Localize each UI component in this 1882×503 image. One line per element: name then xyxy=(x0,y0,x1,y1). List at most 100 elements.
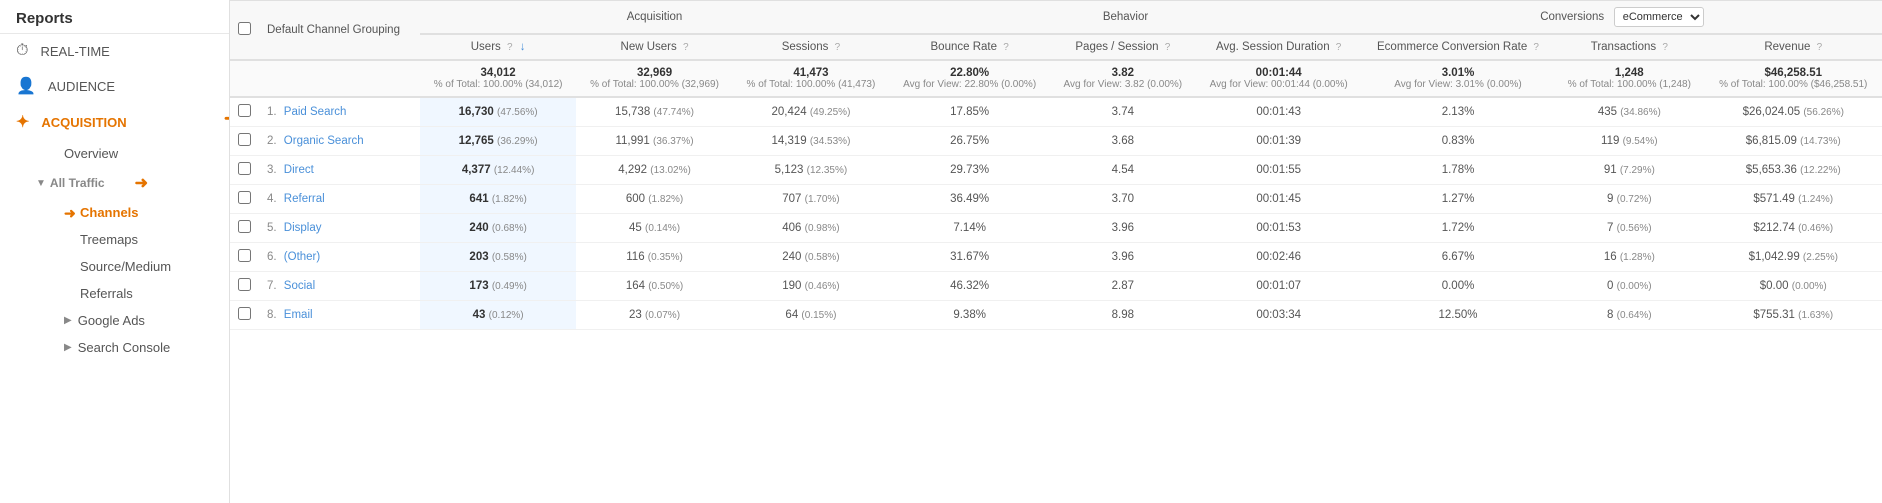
sidebar-sub-overview[interactable]: Overview xyxy=(20,140,229,167)
totals-ecommerce-rate-sub: Avg for View: 3.01% (0.00%) xyxy=(1370,79,1546,90)
row-channel-link-1[interactable]: Organic Search xyxy=(284,135,364,147)
totals-revenue: $46,258.51 % of Total: 100.00% ($46,258.… xyxy=(1705,60,1882,97)
row-channel-link-3[interactable]: Referral xyxy=(284,193,325,205)
sidebar-search-console[interactable]: ▶ Search Console xyxy=(20,334,229,361)
row-users-val-4: 240 xyxy=(469,222,488,234)
row-checkbox-cell[interactable] xyxy=(230,156,259,185)
row-checkbox-2[interactable] xyxy=(238,162,251,175)
row-num-2: 3. xyxy=(267,164,281,176)
totals-pages-session-value: 3.82 xyxy=(1112,67,1134,79)
row-pages-session-2: 4.54 xyxy=(1050,156,1195,185)
revenue-help-icon[interactable]: ? xyxy=(1817,42,1823,53)
conversions-select[interactable]: eCommerce xyxy=(1614,7,1704,27)
avg-session-help-icon[interactable]: ? xyxy=(1336,42,1342,53)
col-bounce-rate-label: Bounce Rate xyxy=(931,41,998,53)
row-channel-link-4[interactable]: Display xyxy=(284,222,322,234)
row-checkbox-cell[interactable] xyxy=(230,301,259,330)
col-avg-session[interactable]: Avg. Session Duration ? xyxy=(1196,34,1362,60)
table-row: 1. Paid Search 16,730 (47.56%) 15,738 (4… xyxy=(230,97,1882,127)
col-ecommerce-rate[interactable]: Ecommerce Conversion Rate ? xyxy=(1362,34,1554,60)
sidebar-sub-overview-label: Overview xyxy=(64,146,118,161)
row-channel-link-0[interactable]: Paid Search xyxy=(284,106,347,118)
row-avg-session-1: 00:01:39 xyxy=(1196,127,1362,156)
table-wrapper[interactable]: Default Channel Grouping Acquisition Beh… xyxy=(230,0,1882,503)
row-avg-session-4: 00:01:53 xyxy=(1196,214,1362,243)
row-new-users-pct-7: (0.07%) xyxy=(645,310,680,321)
select-all-checkbox[interactable] xyxy=(238,22,251,35)
transactions-help-icon[interactable]: ? xyxy=(1662,42,1668,53)
row-pages-session-6: 2.87 xyxy=(1050,272,1195,301)
ecommerce-rate-help-icon[interactable]: ? xyxy=(1533,42,1539,53)
sidebar-treemaps[interactable]: Treemaps xyxy=(20,226,229,253)
sessions-help-icon[interactable]: ? xyxy=(835,42,841,53)
bounce-rate-help-icon[interactable]: ? xyxy=(1003,42,1009,53)
row-checkbox-7[interactable] xyxy=(238,307,251,320)
row-channel-link-6[interactable]: Social xyxy=(284,280,315,292)
row-avg-session-3: 00:01:45 xyxy=(1196,185,1362,214)
row-users-7: 43 (0.12%) xyxy=(420,301,576,330)
row-users-val-1: 12,765 xyxy=(459,135,494,147)
row-new-users-pct-1: (36.37%) xyxy=(653,136,694,147)
row-transactions-1: 119 (9.54%) xyxy=(1554,127,1704,156)
row-checkbox-cell[interactable] xyxy=(230,185,259,214)
row-checkbox-6[interactable] xyxy=(238,278,251,291)
sidebar-item-audience-label: AUDIENCE xyxy=(48,79,115,94)
sidebar-all-traffic[interactable]: ▼ All Traffic ➜ xyxy=(20,167,229,199)
row-transactions-3: 9 (0.72%) xyxy=(1554,185,1704,214)
sidebar-source-medium[interactable]: Source/Medium xyxy=(20,253,229,280)
row-bounce-rate-7: 9.38% xyxy=(889,301,1050,330)
col-revenue[interactable]: Revenue ? xyxy=(1705,34,1882,60)
row-bounce-rate-2: 29.73% xyxy=(889,156,1050,185)
sidebar-channels[interactable]: Channels ➜ xyxy=(20,199,229,226)
row-channel-link-7[interactable]: Email xyxy=(284,309,313,321)
row-channel-link-2[interactable]: Direct xyxy=(284,164,314,176)
row-users-pct-1: (36.29%) xyxy=(497,136,538,147)
col-new-users[interactable]: New Users ? xyxy=(576,34,732,60)
row-checkbox-4[interactable] xyxy=(238,220,251,233)
sidebar-item-realtime[interactable]: ⏱ REAL-TIME xyxy=(0,34,229,68)
col-sessions[interactable]: Sessions ? xyxy=(733,34,889,60)
row-revenue-pct-3: (1.24%) xyxy=(1798,194,1833,205)
totals-users-value: 34,012 xyxy=(481,67,516,79)
col-users[interactable]: Users ? ↓ xyxy=(420,34,576,60)
header-checkbox[interactable] xyxy=(230,1,259,61)
row-checkbox-0[interactable] xyxy=(238,104,251,117)
col-transactions[interactable]: Transactions ? xyxy=(1554,34,1704,60)
totals-avg-session: 00:01:44 Avg for View: 00:01:44 (0.00%) xyxy=(1196,60,1362,97)
row-checkbox-cell[interactable] xyxy=(230,243,259,272)
col-revenue-label: Revenue xyxy=(1764,41,1810,53)
col-bounce-rate[interactable]: Bounce Rate ? xyxy=(889,34,1050,60)
users-help-icon[interactable]: ? xyxy=(507,42,513,53)
col-sessions-label: Sessions xyxy=(782,41,829,53)
row-checkbox-cell[interactable] xyxy=(230,97,259,127)
totals-row: 34,012 % of Total: 100.00% (34,012) 32,9… xyxy=(230,60,1882,97)
new-users-help-icon[interactable]: ? xyxy=(683,42,689,53)
pages-session-help-icon[interactable]: ? xyxy=(1165,42,1171,53)
sidebar-google-ads[interactable]: ▶ Google Ads xyxy=(20,307,229,334)
users-sort-icon[interactable]: ↓ xyxy=(520,41,526,53)
row-sessions-5: 240 (0.58%) xyxy=(733,243,889,272)
row-channel-cell: 7. Social xyxy=(259,272,420,301)
row-new-users-4: 45 (0.14%) xyxy=(576,214,732,243)
col-pages-session[interactable]: Pages / Session ? xyxy=(1050,34,1195,60)
col-new-users-label: New Users xyxy=(621,41,677,53)
row-bounce-rate-0: 17.85% xyxy=(889,97,1050,127)
row-checkbox-1[interactable] xyxy=(238,133,251,146)
sidebar-item-audience[interactable]: 👤 AUDIENCE xyxy=(0,68,229,104)
row-transactions-pct-6: (0.00%) xyxy=(1617,281,1652,292)
sidebar-referrals[interactable]: Referrals xyxy=(20,280,229,307)
row-checkbox-3[interactable] xyxy=(238,191,251,204)
row-users-pct-7: (0.12%) xyxy=(489,310,524,321)
table-row: 3. Direct 4,377 (12.44%) 4,292 (13.02%) … xyxy=(230,156,1882,185)
row-checkbox-cell[interactable] xyxy=(230,127,259,156)
row-channel-link-5[interactable]: (Other) xyxy=(284,251,320,263)
table-row: 2. Organic Search 12,765 (36.29%) 11,991… xyxy=(230,127,1882,156)
row-ecommerce-rate-2: 1.78% xyxy=(1362,156,1554,185)
row-sessions-pct-0: (49.25%) xyxy=(810,107,851,118)
row-channel-cell: 3. Direct xyxy=(259,156,420,185)
sidebar-item-acquisition[interactable]: ✦ ACQUISITION ➜ xyxy=(0,104,229,140)
row-checkbox-5[interactable] xyxy=(238,249,251,262)
row-checkbox-cell[interactable] xyxy=(230,214,259,243)
google-ads-expand-icon: ▶ xyxy=(64,315,72,326)
row-checkbox-cell[interactable] xyxy=(230,272,259,301)
